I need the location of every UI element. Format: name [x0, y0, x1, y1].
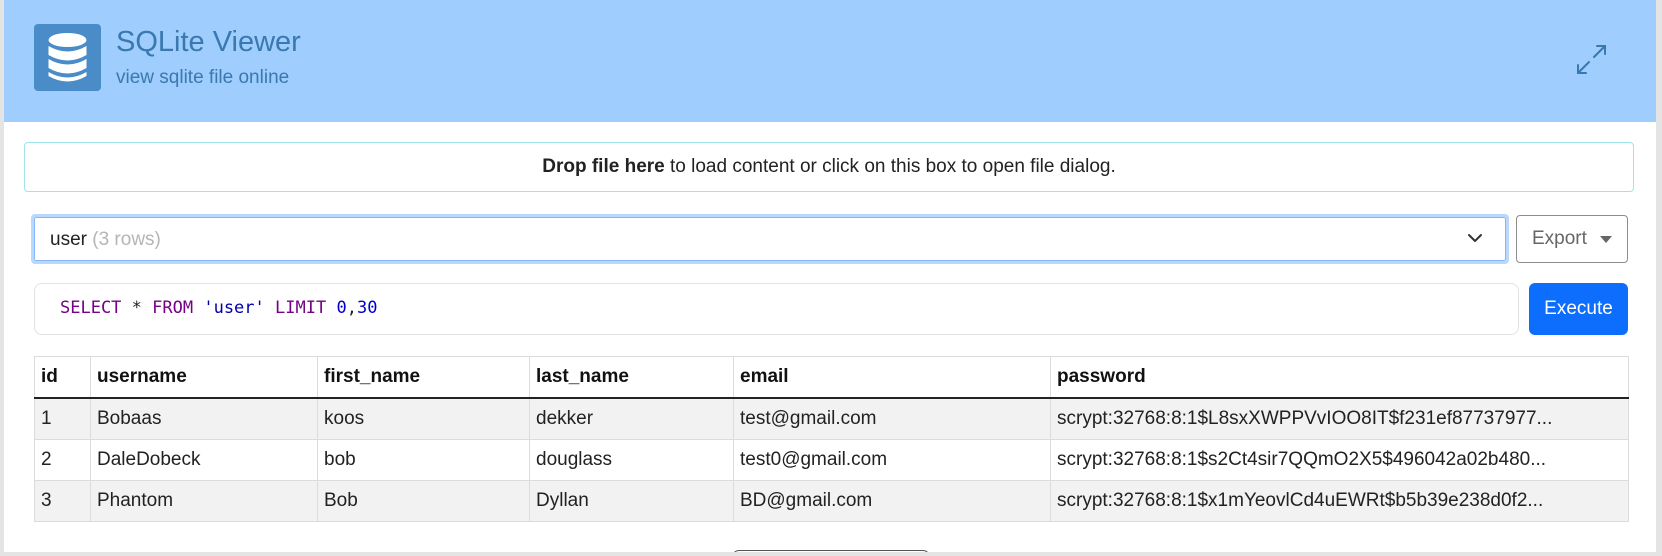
column-header-email[interactable]: email	[733, 356, 1051, 399]
table-cell-email: BD@gmail.com	[733, 480, 1051, 522]
browser-frame: SQLite Viewer view sqlite file online Dr…	[0, 0, 1662, 556]
sql-token: 'user'	[203, 298, 265, 318]
sql-query-editor[interactable]: SELECT * FROM 'user' LIMIT 0,30	[34, 283, 1519, 335]
sql-token: 0	[336, 298, 347, 318]
table-cell-id: 1	[34, 397, 91, 440]
row-count: (3 rows)	[92, 229, 161, 250]
table-select-border	[34, 217, 1506, 261]
table-cell-email: test0@gmail.com	[733, 439, 1051, 481]
table-cell-username: Bobaas	[90, 397, 318, 440]
table-cell-id: 2	[34, 439, 91, 481]
table-row[interactable]: 3 Phantom Bob Dyllan BD@gmail.com scrypt:3276…	[34, 480, 1629, 522]
caret-down-icon	[1600, 236, 1612, 243]
dropzone-text: to load content or click on this box to …	[664, 156, 1116, 177]
table-cell-username: Phantom	[90, 480, 318, 522]
sql-query-text: SELECT * FROM 'user' LIMIT 0,30	[60, 298, 377, 318]
results-table: id username first_name last_name email passwo…	[34, 356, 1629, 522]
sql-token: *	[121, 298, 153, 318]
dropzone-bold-text: Drop file here	[542, 156, 665, 177]
table-cell-first-name: Bob	[317, 480, 530, 522]
column-header-username[interactable]: username	[90, 356, 318, 399]
table-cell-last-name: douglass	[529, 439, 734, 481]
column-header-id[interactable]: id	[34, 356, 91, 399]
table-cell-password: scrypt:32768:8:1$L8sxXWPPVvIOO8IT$f231ef…	[1050, 397, 1629, 440]
pagination-control[interactable]	[732, 550, 930, 552]
table-cell-last-name: Dyllan	[529, 480, 734, 522]
sql-token: 30	[356, 298, 378, 318]
table-cell-password: scrypt:32768:8:1$x1mYeovlCd4uEWRt$b5b39e…	[1050, 480, 1629, 522]
execute-button[interactable]: Execute	[1529, 283, 1628, 335]
sql-token: LIMIT	[275, 298, 327, 318]
column-header-first-name[interactable]: first_name	[317, 356, 530, 399]
table-cell-email: test@gmail.com	[733, 397, 1051, 440]
table-cell-first-name: bob	[317, 439, 530, 481]
export-button[interactable]: Export	[1516, 215, 1628, 263]
column-header-password[interactable]: password	[1050, 356, 1629, 399]
table-cell-password: scrypt:32768:8:1$s2Ct4sir7QQmO2X5$496042…	[1050, 439, 1629, 481]
table-row[interactable]: 2 DaleDobeck bob douglass test0@gmail.com scr…	[34, 439, 1629, 481]
sql-token: SELECT	[60, 298, 122, 318]
expand-arrows-icon[interactable]	[1572, 40, 1612, 80]
sql-token: FROM	[152, 298, 194, 318]
table-cell-id: 3	[34, 480, 91, 522]
export-label: Export	[1532, 228, 1587, 249]
sql-token: ,	[346, 298, 357, 318]
table-select[interactable]: user (3 rows)	[31, 214, 1509, 264]
app-header: SQLite Viewer view sqlite file online	[4, 0, 1656, 122]
table-select-value: user (3 rows)	[50, 229, 161, 251]
table-row[interactable]: 1 Bobaas koos dekker test@gmail.com scrypt:32…	[34, 397, 1629, 440]
database-icon	[34, 24, 101, 91]
chevron-down-icon	[1466, 229, 1484, 252]
page: SQLite Viewer view sqlite file online Dr…	[4, 0, 1656, 552]
app-title: SQLite Viewer	[116, 26, 301, 58]
app-subtitle: view sqlite file online	[116, 67, 290, 88]
selected-table-name: user	[50, 229, 87, 250]
column-header-last-name[interactable]: last_name	[529, 356, 734, 399]
table-header-row: id username first_name last_name email passwo…	[34, 356, 1629, 399]
table-cell-first-name: koos	[317, 397, 530, 440]
file-dropzone[interactable]: Drop file here to load content or click …	[24, 142, 1634, 192]
table-cell-username: DaleDobeck	[90, 439, 318, 481]
table-cell-last-name: dekker	[529, 397, 734, 440]
